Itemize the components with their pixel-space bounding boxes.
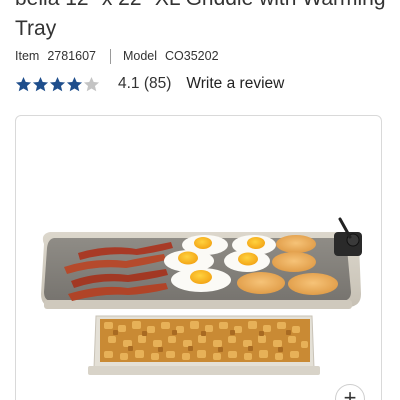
write-review-link[interactable]: Write a review [186,75,284,93]
star-filled-icon [66,76,83,91]
product-title: bella 12" x 22" XL Griddle with Warming … [15,0,400,44]
product-title-line-1: bella 12" x 22" XL Griddle with Warming [15,0,400,14]
product-title-line-2: Tray [15,17,57,40]
model-label: Model [122,49,158,63]
star-rating[interactable] [15,76,101,93]
item-label: Item [15,49,40,63]
product-image-card[interactable] [15,115,382,400]
rating-row: 4.1 (85) Write a review [15,74,284,94]
star-filled-icon [49,76,66,91]
meta-divider [109,48,111,64]
item-number: 2781607 [47,49,96,63]
star-filled-icon [15,76,32,91]
griddle-product-image [41,217,362,375]
star-empty-icon [83,76,100,91]
product-meta: Item 2781607 Model CO35202 [15,48,219,64]
rating-score: 4.1 (85) [118,75,172,92]
plus-icon: + [343,385,357,400]
star-filled-icon [32,76,49,91]
model-number: CO35202 [165,49,219,63]
